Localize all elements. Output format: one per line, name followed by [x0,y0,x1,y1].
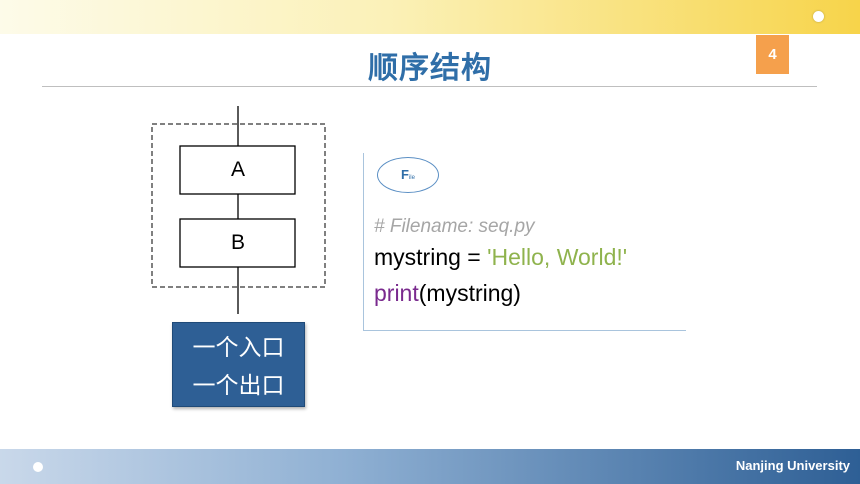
footer-banner [0,449,860,484]
code-print-keyword: print [374,280,419,306]
code-variable: mystring = [374,244,488,270]
note-line-exit: 一个出口 [192,373,285,399]
code-panel: File # Filename: seq.py mystring = 'Hell… [363,153,686,331]
entry-exit-note: 一个入口 一个出口 [172,322,305,407]
box-b-label: B [230,231,245,254]
code-print-line: print(mystring) [374,280,521,307]
file-icon: File [377,157,439,193]
file-icon-suffix: ile [408,175,415,181]
note-line-entry: 一个入口 [192,335,285,361]
code-print-args: (mystring) [418,280,521,306]
footer-decor-dot [33,462,43,472]
university-name: Nanjing University [735,458,850,473]
code-comment: # Filename: seq.py [374,216,535,237]
box-a-label: A [230,158,245,181]
code-assignment-line: mystring = 'Hello, World!' [374,244,627,271]
code-string-literal: 'Hello, World!' [487,244,628,270]
file-icon-letter: F [401,167,409,182]
